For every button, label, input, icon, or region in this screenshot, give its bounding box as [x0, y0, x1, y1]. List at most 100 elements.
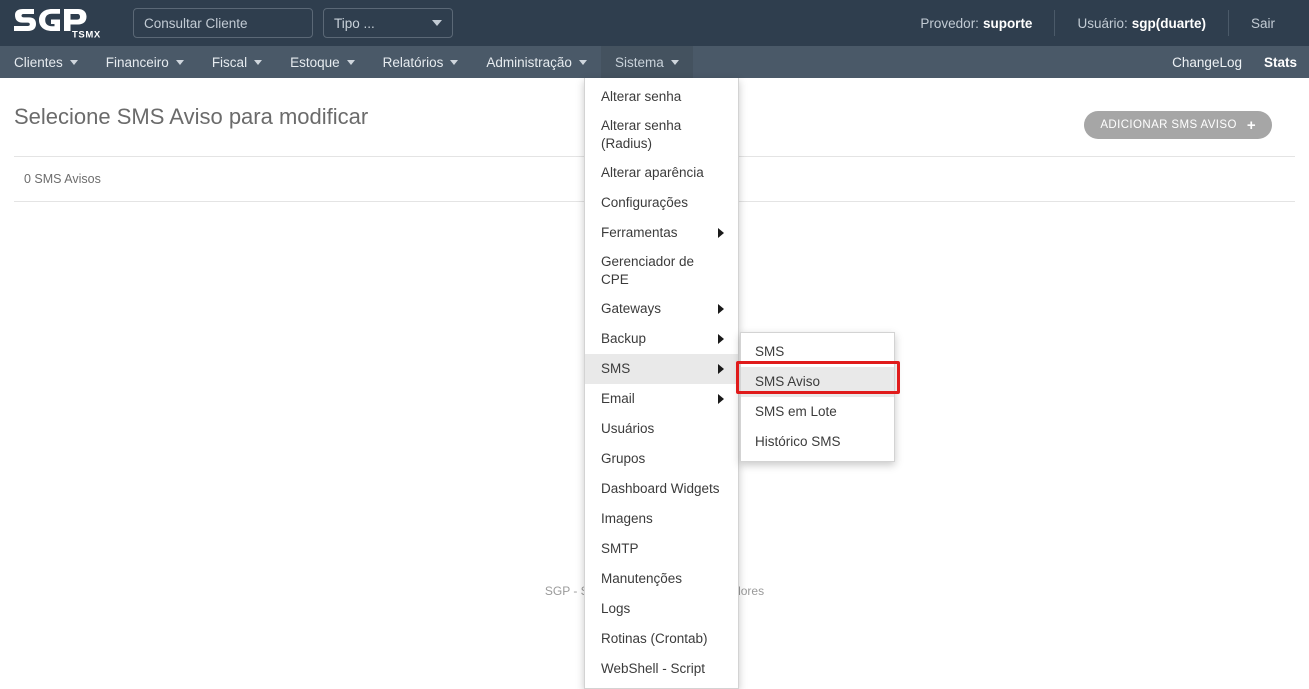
menu-item-configuracoes[interactable]: Configurações	[585, 188, 738, 218]
menu-item-smtp[interactable]: SMTP	[585, 534, 738, 564]
chevron-down-icon	[176, 60, 184, 65]
nav-item-administracao[interactable]: Administração	[472, 46, 601, 78]
nav-item-clientes[interactable]: Clientes	[0, 46, 92, 78]
menu-label: Rotinas (Crontab)	[601, 630, 724, 648]
menu-label: SMS Aviso	[755, 373, 880, 391]
logout-label[interactable]: Sair	[1251, 16, 1275, 31]
chevron-right-icon	[718, 334, 724, 344]
nav-label-fiscal: Fiscal	[212, 55, 247, 70]
menu-label: Dashboard Widgets	[601, 480, 724, 498]
menu-item-usuarios[interactable]: Usuários	[585, 414, 738, 444]
logout-link[interactable]: Sair	[1229, 10, 1297, 36]
menu-item-alterar-aparencia[interactable]: Alterar aparência	[585, 158, 738, 188]
sgp-logo[interactable]: TSMX	[0, 0, 115, 46]
nav-item-relatorios[interactable]: Relatórios	[369, 46, 473, 78]
menu-item-email[interactable]: Email	[585, 384, 738, 414]
user-label: Usuário:	[1077, 16, 1127, 31]
menu-label: Alterar aparência	[601, 164, 724, 182]
menu-label: Gateways	[601, 300, 712, 318]
nav-label-sistema: Sistema	[615, 55, 664, 70]
menu-item-backup[interactable]: Backup	[585, 324, 738, 354]
menu-label: Email	[601, 390, 712, 408]
menu-item-alterar-senha[interactable]: Alterar senha	[585, 82, 738, 112]
menu-item-dashboard-widgets[interactable]: Dashboard Widgets	[585, 474, 738, 504]
provider-label: Provedor:	[920, 16, 979, 31]
menu-label: Usuários	[601, 420, 724, 438]
menu-label: Grupos	[601, 450, 724, 468]
search-input[interactable]	[133, 8, 313, 38]
chevron-right-icon	[718, 394, 724, 404]
user-value: sgp(duarte)	[1132, 16, 1206, 31]
topbar-user-area: Provedor: suporte Usuário: sgp(duarte) Sai…	[898, 0, 1309, 46]
menu-item-sms[interactable]: SMS	[585, 354, 738, 384]
menu-label: Backup	[601, 330, 712, 348]
page-title: Selecione SMS Aviso para modificar	[14, 104, 368, 130]
provider-info: Provedor: suporte	[898, 10, 1055, 36]
menu-item-gerenciador-de-cpe[interactable]: Gerenciador de CPE	[585, 248, 738, 294]
chevron-right-icon	[718, 228, 724, 238]
menu-item-ferramentas[interactable]: Ferramentas	[585, 218, 738, 248]
menu-item-logs[interactable]: Logs	[585, 594, 738, 624]
provider-value: suporte	[983, 16, 1033, 31]
type-select[interactable]: Tipo ...	[323, 8, 453, 38]
user-info: Usuário: sgp(duarte)	[1055, 10, 1229, 36]
submenu-item-sms-aviso[interactable]: SMS Aviso	[741, 367, 894, 397]
nav-label-estoque: Estoque	[290, 55, 340, 70]
svg-text:TSMX: TSMX	[72, 30, 101, 41]
menu-label: Alterar senha	[601, 88, 724, 106]
menu-item-manutencoes[interactable]: Manutenções	[585, 564, 738, 594]
menu-label: SMS	[601, 360, 712, 378]
submenu-item-sms[interactable]: SMS	[741, 337, 894, 367]
nav-label-relatorios: Relatórios	[383, 55, 444, 70]
nav-right-links: ChangeLog Stats	[1172, 46, 1309, 78]
logo-icon: TSMX	[12, 6, 112, 40]
chevron-down-icon	[254, 60, 262, 65]
nav-item-fiscal[interactable]: Fiscal	[198, 46, 276, 78]
submenu-item-historico-sms[interactable]: Histórico SMS	[741, 427, 894, 457]
stats-link[interactable]: Stats	[1264, 55, 1297, 70]
sms-submenu: SMS SMS Aviso SMS em Lote Histórico SMS	[740, 332, 895, 462]
menu-label: WebShell - Script	[601, 660, 724, 678]
chevron-right-icon	[718, 364, 724, 374]
menu-label: Alterar senha (Radius)	[601, 117, 724, 153]
add-button-label: ADICIONAR SMS AVISO	[1100, 119, 1236, 131]
nav-item-estoque[interactable]: Estoque	[276, 46, 369, 78]
menu-label: SMTP	[601, 540, 724, 558]
chevron-down-icon	[450, 60, 458, 65]
type-select-label: Tipo ...	[334, 16, 375, 31]
nav-label-clientes: Clientes	[14, 55, 63, 70]
menu-label: Gerenciador de CPE	[601, 253, 724, 289]
top-bar: TSMX Tipo ... Provedor: suporte Usuário: s…	[0, 0, 1309, 46]
submenu-item-sms-em-lote[interactable]: SMS em Lote	[741, 397, 894, 427]
chevron-down-icon	[347, 60, 355, 65]
chevron-down-icon	[671, 60, 679, 65]
menu-item-grupos[interactable]: Grupos	[585, 444, 738, 474]
menu-label: Logs	[601, 600, 724, 618]
chevron-down-icon	[432, 20, 442, 26]
menu-label: Histórico SMS	[755, 433, 880, 451]
nav-item-financeiro[interactable]: Financeiro	[92, 46, 198, 78]
menu-item-rotinas-crontab[interactable]: Rotinas (Crontab)	[585, 624, 738, 654]
chevron-right-icon	[718, 304, 724, 314]
chevron-down-icon	[70, 60, 78, 65]
menu-item-alterar-senha-radius[interactable]: Alterar senha (Radius)	[585, 112, 738, 158]
sistema-dropdown-menu: Alterar senha Alterar senha (Radius) Alt…	[584, 78, 739, 689]
plus-icon: +	[1247, 118, 1256, 133]
menu-label: Ferramentas	[601, 224, 712, 242]
result-count: 0 SMS Avisos	[24, 172, 101, 186]
menu-label: Imagens	[601, 510, 724, 528]
menu-item-gateways[interactable]: Gateways	[585, 294, 738, 324]
main-nav-bar: Clientes Financeiro Fiscal Estoque Relat…	[0, 46, 1309, 78]
nav-label-financeiro: Financeiro	[106, 55, 169, 70]
nav-item-sistema[interactable]: Sistema	[601, 46, 693, 78]
menu-label: Configurações	[601, 194, 724, 212]
menu-item-webshell-script[interactable]: WebShell - Script	[585, 654, 738, 684]
chevron-down-icon	[579, 60, 587, 65]
nav-label-administracao: Administração	[486, 55, 572, 70]
menu-label: SMS em Lote	[755, 403, 880, 421]
menu-item-imagens[interactable]: Imagens	[585, 504, 738, 534]
menu-label: SMS	[755, 343, 880, 361]
changelog-link[interactable]: ChangeLog	[1172, 55, 1242, 70]
add-sms-aviso-button[interactable]: ADICIONAR SMS AVISO +	[1084, 111, 1272, 139]
menu-label: Manutenções	[601, 570, 724, 588]
